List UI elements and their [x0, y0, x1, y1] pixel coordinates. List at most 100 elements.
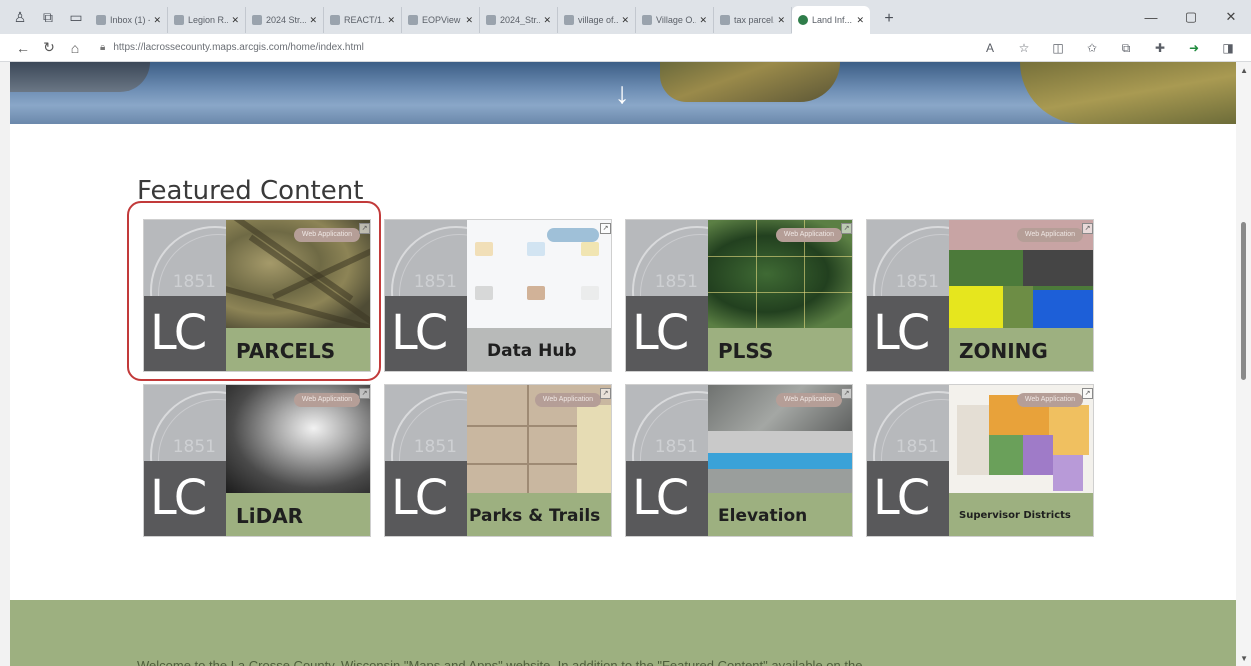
logo-year: 1851 [172, 437, 216, 457]
home-icon[interactable]: ⌂ [62, 34, 88, 62]
hero-bluff-right [1020, 62, 1236, 124]
copilot-icon[interactable]: ➜ [1177, 41, 1211, 55]
scroll-down-arrow-icon[interactable]: ↓ [610, 74, 634, 114]
logo-lc-text: LC [391, 470, 448, 526]
browser-tab[interactable]: 2024 Str... ✕ [246, 7, 324, 33]
read-aloud-icon[interactable]: A [973, 41, 1007, 55]
tab-close-icon[interactable]: ✕ [777, 15, 785, 26]
external-link-icon[interactable]: ↗ [1082, 388, 1093, 399]
tab-close-icon[interactable]: ✕ [621, 15, 629, 26]
card-parks-trails[interactable]: 1851 LC Web Application ↗ Parks & Trails [384, 384, 612, 537]
scroll-up-arrow-icon[interactable]: ▲ [1240, 66, 1248, 75]
card-zoning[interactable]: 1851 LC Web Application ↗ ZONING [866, 219, 1094, 372]
card-label-bar: PLSS [708, 328, 852, 371]
extensions-icon[interactable]: ✚ [1143, 41, 1177, 55]
maximize-button[interactable]: ▢ [1171, 0, 1211, 34]
logo-year: 1851 [413, 437, 457, 457]
favorites-icon[interactable]: ✩ [1075, 41, 1109, 55]
external-link-icon[interactable]: ↗ [359, 223, 370, 234]
logo-year: 1851 [895, 437, 939, 457]
browser-tab-active[interactable]: Land Inf... ✕ [792, 6, 870, 34]
tab-favicon-icon [408, 15, 418, 25]
tab-title: EOPView [422, 15, 461, 25]
web-app-badge: Web Application [1016, 393, 1083, 407]
card-label: LiDAR [236, 503, 304, 528]
lock-icon: 🔒︎ [100, 42, 106, 53]
card-parcels[interactable]: 1851 LC Web Application ↗ PARCELS [143, 219, 371, 372]
logo-seal: 1851 [385, 385, 467, 461]
parcels-thumbnail: Web Application ↗ [226, 220, 370, 328]
tab-title: Village O... [656, 15, 697, 25]
welcome-banner [10, 600, 1236, 666]
close-window-button[interactable]: ✕ [1211, 0, 1251, 34]
external-link-icon[interactable]: ↗ [841, 223, 852, 234]
card-plss[interactable]: 1851 LC Web Application ↗ PLSS [625, 219, 853, 372]
county-logo: 1851 LC [144, 220, 226, 371]
card-label-bar: Parks & Trails [467, 493, 611, 536]
favorite-star-icon[interactable]: ☆ [1007, 41, 1041, 55]
browser-tab-strip: ♙ ⧉ ▭ Inbox (1) - ✕ Legion R... ✕ 2024 Str… [0, 0, 1251, 34]
browser-tab[interactable]: Inbox (1) - ✕ [90, 7, 168, 33]
sidebar-icon[interactable]: ◨ [1211, 41, 1245, 55]
web-app-badge: Web Application [1016, 228, 1083, 242]
browser-tab[interactable]: tax parcel...✕ [714, 7, 792, 33]
tab-title: REACT/1... [344, 15, 385, 25]
logo-seal: 1851 [385, 220, 467, 296]
logo-seal: 1851 [867, 385, 949, 461]
external-link-icon[interactable]: ↗ [600, 388, 611, 399]
featured-content-heading: Featured Content [137, 176, 364, 206]
workspaces-icon[interactable]: ⧉ [34, 0, 62, 34]
external-link-icon[interactable]: ↗ [841, 388, 852, 399]
logo-seal: 1851 [144, 385, 226, 461]
parks-trails-thumbnail: Web Application ↗ [467, 385, 611, 493]
card-lidar[interactable]: 1851 LC Web Application ↗ LiDAR [143, 384, 371, 537]
web-app-badge: Web Application [293, 228, 360, 242]
tab-close-icon[interactable]: ✕ [699, 15, 707, 26]
url-field[interactable]: 🔒︎ https://lacrossecounty.maps.arcgis.co… [100, 42, 900, 53]
tab-close-icon[interactable]: ✕ [856, 15, 864, 26]
refresh-icon[interactable]: ↻ [36, 34, 62, 62]
tab-close-icon[interactable]: ✕ [153, 15, 161, 26]
browser-tab[interactable]: REACT/1...✕ [324, 7, 402, 33]
card-data-hub[interactable]: 1851 LC ↗ Data Hub [384, 219, 612, 372]
external-link-icon[interactable]: ↗ [359, 388, 370, 399]
profile-icon[interactable]: ♙ [6, 0, 34, 34]
collections-icon[interactable]: ⧉ [1109, 41, 1143, 56]
card-supervisor-districts[interactable]: 1851 LC Web Application ↗ Supervisor Dis… [866, 384, 1094, 537]
browser-tab[interactable]: Village O... ✕ [636, 7, 714, 33]
logo-lc-text: LC [150, 470, 207, 526]
window-controls: — ▢ ✕ [1131, 0, 1251, 34]
browser-tab[interactable]: EOPView ✕ [402, 7, 480, 33]
external-link-icon[interactable]: ↗ [600, 223, 611, 234]
card-label-bar: LiDAR [226, 493, 370, 536]
browser-tab[interactable]: Legion R... ✕ [168, 7, 246, 33]
tab-close-icon[interactable]: ✕ [231, 15, 239, 26]
browser-tab[interactable]: 2024_Str... ✕ [480, 7, 558, 33]
scrollbar-thumb[interactable] [1241, 222, 1246, 380]
tab-close-icon[interactable]: ✕ [465, 15, 473, 26]
page-content: ↓ Featured Content 1851 LC Web Applicati… [10, 62, 1236, 666]
logo-seal: 1851 [867, 220, 949, 296]
back-arrow-icon[interactable]: ← [10, 34, 36, 62]
tab-title: Land Inf... [812, 15, 853, 25]
logo-seal: 1851 [626, 385, 708, 461]
tab-close-icon[interactable]: ✕ [387, 15, 395, 26]
supervisor-districts-thumbnail: Web Application ↗ [949, 385, 1093, 493]
new-tab-button[interactable]: + [876, 6, 902, 32]
logo-year: 1851 [654, 272, 698, 292]
tab-close-icon[interactable]: ✕ [543, 15, 551, 26]
browser-toolbar: A ☆ ◫ ✩ ⧉ ✚ ➜ ◨ [973, 34, 1245, 62]
card-elevation[interactable]: 1851 LC Web Application ↗ Elevation [625, 384, 853, 537]
tab-actions-icon[interactable]: ▭ [62, 0, 90, 34]
scroll-down-arrow-small-icon[interactable]: ▼ [1240, 654, 1248, 663]
external-link-icon[interactable]: ↗ [1082, 223, 1093, 234]
split-screen-icon[interactable]: ◫ [1041, 41, 1075, 55]
logo-year: 1851 [172, 272, 216, 292]
card-label-bar: Elevation [708, 493, 852, 536]
plss-thumbnail: Web Application ↗ [708, 220, 852, 328]
logo-year: 1851 [654, 437, 698, 457]
hero-banner-image: ↓ [10, 62, 1236, 124]
tab-close-icon[interactable]: ✕ [309, 15, 317, 26]
minimize-button[interactable]: — [1131, 0, 1171, 34]
browser-tab[interactable]: village of... ✕ [558, 7, 636, 33]
